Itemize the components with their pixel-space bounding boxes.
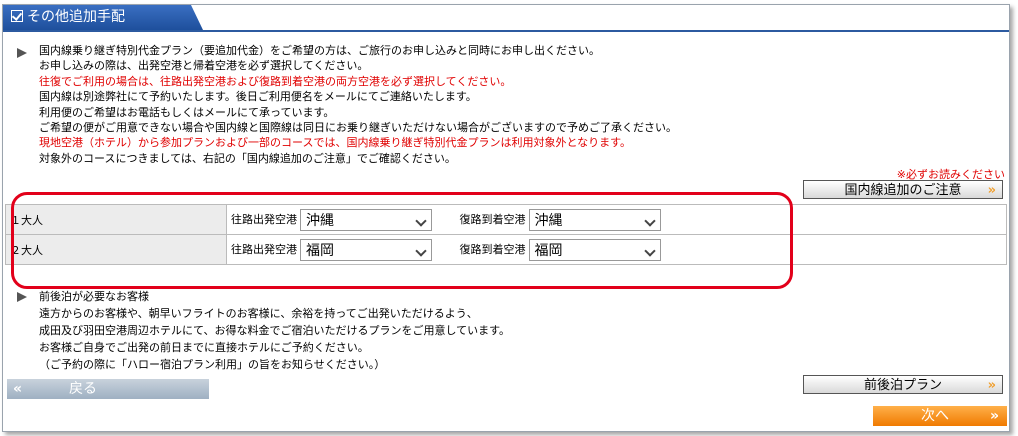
chevron-left-icon: « (13, 381, 23, 397)
notice-line: 国内線乗り継ぎ特別代金プラン（要追加代金）をご希望の方は、ご旅行のお申し込みと同… (39, 44, 600, 57)
section-tab: その他追加手配 (3, 5, 203, 30)
bullet-arrow-icon (17, 292, 27, 302)
notice-line: ご希望の便がご用意できない場合や国内線と国際線は同日にお乗り継ぎいただけない場合… (39, 121, 677, 135)
bullet-arrow-icon (17, 48, 27, 58)
pre-post-line: お客様ご自身でご出発の前日までに直接ホテルにご予約ください。 (39, 341, 369, 354)
notice-line: 国内線は別途弊社にて予約いたします。後日ご利用便名をメールにてご連絡いたします。 (39, 90, 477, 104)
highlight-annotation (11, 192, 793, 289)
checkbox-icon (11, 10, 23, 22)
pre-post-line: 遠方からのお客様や、朝早いフライトのお客様に、余裕を持ってご出発いただけるよう、 (39, 307, 478, 320)
pre-post-line: 成田及び羽田空港周辺ホテルにて、お得な料金でご宿泊いただけるプランをご用意してい… (39, 324, 511, 337)
domestic-caution-label: 国内線追加のご注意 (844, 183, 962, 198)
pre-post-plan-label: 前後泊プラン (863, 378, 942, 393)
pre-post-plan-button[interactable]: 前後泊プラン » (803, 375, 1003, 394)
back-button[interactable]: « 戻る (7, 379, 209, 399)
pre-post-line: （ご予約の際に「ハロー宿泊プラン利用」の旨をお知らせください。） (39, 358, 386, 371)
back-label: 戻る (69, 381, 97, 397)
chevron-right-icon: » (989, 408, 999, 424)
notice-line-warning: 現地空港（ホテル）から参加プランおよび一部のコースでは、国内線乗り継ぎ特別代金プ… (39, 136, 632, 150)
domestic-caution-button[interactable]: 国内線追加のご注意 » (803, 180, 1003, 199)
content-frame: その他追加手配 国内線乗り継ぎ特別代金プラン（要追加代金）をご希望の方は、ご旅行… (2, 4, 1010, 432)
chevron-right-icon: » (987, 183, 996, 198)
pre-post-title: 前後泊が必要なお客様 (39, 290, 149, 303)
section-header: その他追加手配 (3, 5, 1009, 32)
notice-block: 国内線乗り継ぎ特別代金プラン（要追加代金）をご希望の方は、ご旅行のお申し込みと同… (17, 43, 677, 166)
section-title: その他追加手配 (27, 9, 125, 25)
notice-line: 対象外のコースにつきましては、右記の「国内線追加のご注意」でご確認ください。 (39, 151, 456, 165)
chevron-right-icon: » (987, 378, 996, 393)
notice-line-warning: 往復でご利用の場合は、往路出発空港および復路到着空港の両方空港を必ず選択してくだ… (39, 74, 512, 88)
notice-line: お申し込みの際は、出発空港と帰着空港を必ず選択してください。 (39, 59, 369, 73)
pre-post-stay-block: 前後泊が必要なお客様 遠方からのお客様や、朝早いフライトのお客様に、余裕を持って… (17, 288, 510, 373)
next-label: 次へ (921, 408, 949, 424)
next-button[interactable]: 次へ » (873, 406, 1007, 426)
notice-line: 利用便のご希望はお電話もしくはメールにて承っています。 (39, 105, 335, 119)
